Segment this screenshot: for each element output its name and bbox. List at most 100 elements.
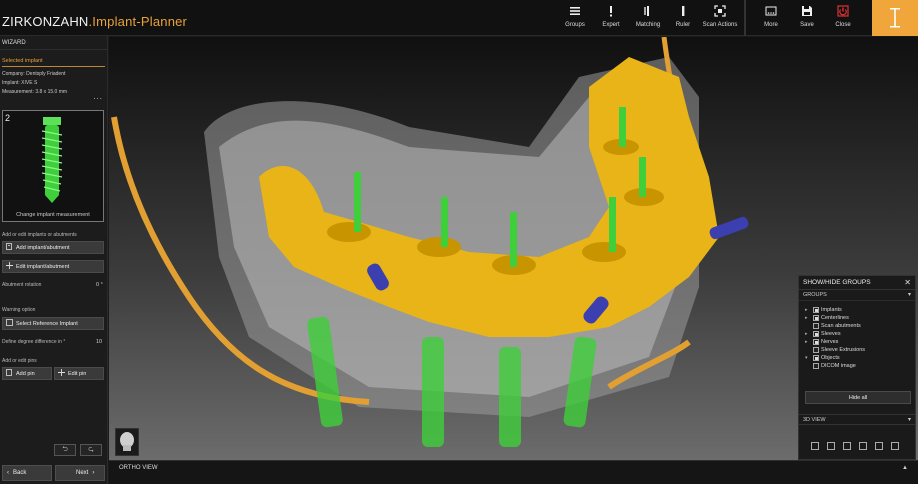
ruler-button[interactable]: Ruler bbox=[670, 0, 696, 36]
group-checkbox[interactable] bbox=[813, 323, 819, 329]
group-checkbox[interactable] bbox=[813, 355, 819, 361]
add-implant-button[interactable]: Add implant/abutment bbox=[2, 241, 104, 254]
scan-actions-label: Scan Actions bbox=[702, 22, 738, 28]
matching-button[interactable]: Matching bbox=[632, 0, 664, 36]
save-label: Save bbox=[800, 22, 814, 28]
list-icon bbox=[566, 2, 584, 20]
group-label: Sleeve Extrusions bbox=[821, 347, 866, 353]
scan-icon bbox=[711, 2, 729, 20]
app-logo bbox=[872, 0, 918, 36]
ruler-icon bbox=[674, 2, 692, 20]
edit-implant-button[interactable]: Edit implant/abutment bbox=[2, 260, 104, 273]
head-orientation-button[interactable] bbox=[115, 428, 139, 456]
group-label: Sleeves bbox=[821, 331, 841, 337]
next-button[interactable]: Next › bbox=[55, 465, 105, 481]
add-edit-pins-label: Add or edit pins bbox=[2, 358, 37, 364]
power-icon bbox=[834, 2, 852, 20]
group-item-sleeves[interactable]: ▸ Sleeves bbox=[805, 330, 841, 338]
matching-label: Matching bbox=[635, 22, 661, 28]
more-options-button[interactable]: ... bbox=[93, 92, 103, 101]
group-item-dicom-image[interactable]: DICOM image bbox=[813, 362, 856, 370]
logo-mark-icon bbox=[890, 8, 900, 28]
edit-pin-button[interactable]: Edit pin bbox=[54, 367, 104, 380]
chevron-up-icon: ▲ bbox=[902, 465, 908, 471]
move-pin-icon bbox=[58, 369, 65, 378]
group-item-implants[interactable]: ▸ Implants bbox=[805, 306, 842, 314]
view-right-icon[interactable] bbox=[891, 442, 899, 450]
view-back-icon[interactable] bbox=[875, 442, 883, 450]
group-label: Nerves bbox=[821, 339, 839, 345]
group-label: Centerlines bbox=[821, 315, 849, 321]
group-label: Objects bbox=[821, 355, 840, 361]
more-button[interactable]: More bbox=[758, 0, 784, 36]
show-hide-title: SHOW/HIDE GROUPS bbox=[803, 279, 871, 286]
define-degree-label: Define degree difference in ° bbox=[2, 339, 66, 345]
group-checkbox[interactable] bbox=[813, 331, 819, 337]
back-label: Back bbox=[13, 470, 27, 476]
edit-pin-label: Edit pin bbox=[68, 370, 87, 377]
undo-button[interactable]: ⮌ bbox=[54, 444, 76, 456]
group-label: DICOM image bbox=[821, 363, 856, 369]
group-item-nerves[interactable]: ▸ Nerves bbox=[805, 338, 838, 346]
brand-product: .Implant-Planner bbox=[88, 14, 188, 29]
wizard-panel: WIZARD Selected implant Company: Dentspl… bbox=[0, 36, 108, 484]
group-checkbox[interactable] bbox=[813, 363, 819, 369]
abutment-rotation-label: Abutment rotation bbox=[2, 282, 42, 288]
chevron-left-icon: ‹ bbox=[7, 470, 9, 476]
ortho-view-bar[interactable]: ORTHO VIEW ▲ bbox=[109, 460, 918, 484]
ortho-view-label: ORTHO VIEW bbox=[119, 465, 158, 471]
more-label: More bbox=[764, 22, 778, 28]
group-item-scan-abutments[interactable]: Scan abutments bbox=[805, 322, 861, 330]
close-icon[interactable]: ✕ bbox=[904, 278, 911, 287]
expert-button[interactable]: Expert bbox=[598, 0, 624, 36]
selected-implant-label[interactable]: Selected implant bbox=[0, 56, 107, 66]
group-checkbox[interactable] bbox=[813, 339, 819, 345]
more-icon bbox=[762, 2, 780, 20]
expand-arrow-icon: ▸ bbox=[805, 315, 808, 321]
select-reference-implant-button[interactable]: Select Reference Implant bbox=[2, 317, 104, 330]
add-pin-button[interactable]: Add pin bbox=[2, 367, 52, 380]
hide-all-button[interactable]: Hide all bbox=[805, 391, 911, 404]
define-degree-value[interactable]: 10 bbox=[96, 339, 102, 345]
close-label: Close bbox=[835, 22, 851, 28]
chevron-right-icon: › bbox=[92, 470, 95, 476]
group-checkbox[interactable] bbox=[813, 307, 819, 313]
dental-scene bbox=[111, 37, 749, 447]
groups-header-label: GROUPS bbox=[803, 292, 827, 298]
view-front-icon[interactable] bbox=[827, 442, 835, 450]
select-reference-label: Select Reference Implant bbox=[16, 320, 78, 327]
add-pin-label: Add pin bbox=[16, 370, 35, 377]
group-item-centerlines[interactable]: ▸ Centerlines bbox=[805, 314, 849, 322]
3d-viewport[interactable] bbox=[109, 37, 918, 460]
implant-preview[interactable]: 2 Change implant measurement bbox=[2, 110, 104, 222]
abutment-rotation-value[interactable]: 0 ° bbox=[96, 282, 103, 288]
pin-icon bbox=[6, 369, 13, 378]
change-implant-measurement[interactable]: Change implant measurement bbox=[3, 212, 103, 218]
save-button[interactable]: Save bbox=[794, 0, 820, 36]
close-button[interactable]: Close bbox=[830, 0, 856, 36]
expert-label: Expert bbox=[602, 22, 620, 28]
back-button[interactable]: ‹ Back bbox=[2, 465, 52, 481]
group-checkbox[interactable] bbox=[813, 347, 819, 353]
group-checkbox[interactable] bbox=[813, 315, 819, 321]
group-item-sleeve-extrusions[interactable]: Sleeve Extrusions bbox=[805, 346, 865, 354]
chevron-down-icon: ▾ bbox=[907, 292, 911, 298]
view-left-icon[interactable] bbox=[811, 442, 819, 450]
view-top-icon[interactable] bbox=[843, 442, 851, 450]
move-icon bbox=[6, 262, 13, 271]
3d-view-header[interactable]: 3D VIEW ▾ bbox=[799, 414, 915, 425]
groups-button[interactable]: Groups bbox=[562, 0, 588, 36]
expand-arrow-icon: ▾ bbox=[805, 355, 808, 361]
reference-icon bbox=[6, 319, 13, 328]
groups-header[interactable]: GROUPS ▾ bbox=[799, 290, 915, 301]
redo-button[interactable]: ⮎ bbox=[80, 444, 102, 456]
group-item-objects[interactable]: ▾ Objects bbox=[805, 354, 840, 362]
view-bottom-icon[interactable] bbox=[859, 442, 867, 450]
top-toolbar: ZIRKONZAHN.Implant-Planner Groups Expert… bbox=[0, 0, 918, 36]
selected-implant-divider bbox=[2, 66, 105, 67]
scan-actions-button[interactable]: Scan Actions bbox=[702, 0, 738, 36]
3d-view-label: 3D VIEW bbox=[803, 417, 826, 423]
implant-type: Implant: XIVE S bbox=[2, 80, 38, 86]
expand-arrow-icon: ▸ bbox=[805, 307, 808, 313]
skull-icon bbox=[120, 432, 134, 451]
